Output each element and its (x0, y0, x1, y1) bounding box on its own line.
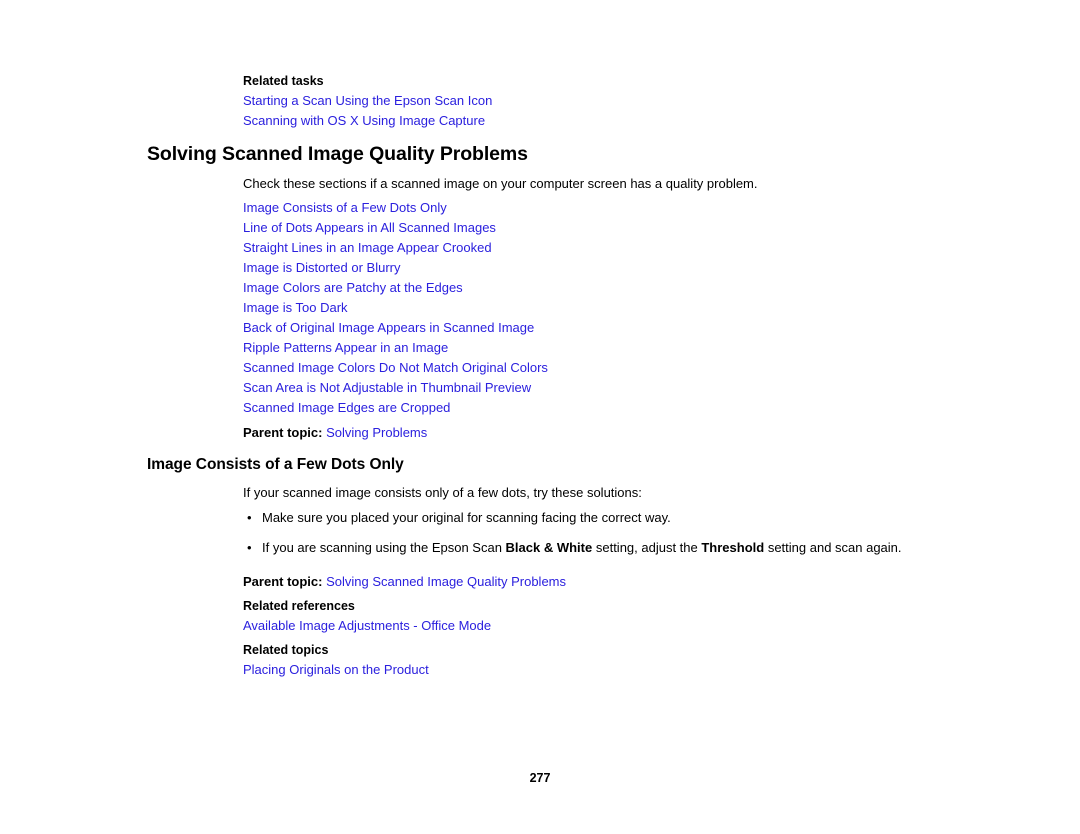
dots-solution-bullet-list: • Make sure you placed your original for… (247, 508, 912, 558)
related-topics-link-list: Placing Originals on the Product (243, 660, 429, 680)
list-item: • If you are scanning using the Epson Sc… (247, 538, 912, 558)
quality-link-scanned-image-colors-do-not-match-original-colors[interactable]: Scanned Image Colors Do Not Match Origin… (243, 358, 548, 378)
page-title-solving-scanned-image-quality-problems: Solving Scanned Image Quality Problems (147, 143, 528, 165)
quality-link-image-is-too-dark[interactable]: Image is Too Dark (243, 298, 548, 318)
related-tasks-block: Related tasks Starting a Scan Using the … (243, 71, 492, 131)
related-topics-heading: Related topics (243, 643, 329, 657)
quality-link-straight-lines-in-an-image-appear-crooked[interactable]: Straight Lines in an Image Appear Crooke… (243, 238, 548, 258)
related-references-heading: Related references (243, 599, 355, 613)
bullet-text-1: Make sure you placed your original for s… (262, 510, 671, 525)
document-page: Related tasks Starting a Scan Using the … (0, 0, 1080, 834)
quality-link-image-consists-of-a-few-dots-only[interactable]: Image Consists of a Few Dots Only (243, 198, 548, 218)
quality-topic-link-list: Image Consists of a Few Dots Only Line o… (243, 198, 548, 418)
list-item: • Make sure you placed your original for… (247, 508, 912, 528)
quality-link-scanned-image-edges-are-cropped[interactable]: Scanned Image Edges are Cropped (243, 398, 548, 418)
related-topics-block: Related topics Placing Originals on the … (243, 640, 429, 680)
quality-intro-paragraph: Check these sections if a scanned image … (243, 176, 758, 191)
dots-parent-topic-label: Parent topic: (243, 574, 323, 589)
related-tasks-heading: Related tasks (243, 74, 324, 88)
dots-parent-topic-link[interactable]: Solving Scanned Image Quality Problems (326, 574, 566, 589)
dots-intro-paragraph: If your scanned image consists only of a… (243, 485, 642, 500)
section-title-image-consists-of-a-few-dots-only: Image Consists of a Few Dots Only (147, 456, 404, 473)
quality-parent-topic-label: Parent topic: (243, 425, 323, 440)
bullet-glyph: • (247, 510, 252, 525)
quality-link-line-of-dots-appears-in-all-scanned-images[interactable]: Line of Dots Appears in All Scanned Imag… (243, 218, 548, 238)
quality-link-ripple-patterns-appear-in-an-image[interactable]: Ripple Patterns Appear in an Image (243, 338, 548, 358)
quality-link-back-of-original-image-appears-in-scanned-image[interactable]: Back of Original Image Appears in Scanne… (243, 318, 548, 338)
dots-parent-topic: Parent topic: Solving Scanned Image Qual… (243, 572, 566, 592)
related-references-link-list: Available Image Adjustments - Office Mod… (243, 616, 491, 636)
related-references-block: Related references Available Image Adjus… (243, 596, 491, 636)
quality-parent-topic-link[interactable]: Solving Problems (326, 425, 427, 440)
quality-link-image-is-distorted-or-blurry[interactable]: Image is Distorted or Blurry (243, 258, 548, 278)
quality-link-image-colors-are-patchy-at-the-edges[interactable]: Image Colors are Patchy at the Edges (243, 278, 548, 298)
quality-link-scan-area-is-not-adjustable-in-thumbnail-preview[interactable]: Scan Area is Not Adjustable in Thumbnail… (243, 378, 548, 398)
related-task-link-2[interactable]: Scanning with OS X Using Image Capture (243, 111, 492, 131)
related-tasks-link-list: Starting a Scan Using the Epson Scan Ico… (243, 91, 492, 131)
related-topic-link-1[interactable]: Placing Originals on the Product (243, 660, 429, 680)
quality-parent-topic: Parent topic: Solving Problems (243, 423, 427, 443)
bullet-text-2: If you are scanning using the Epson Scan… (262, 540, 902, 555)
related-task-link-1[interactable]: Starting a Scan Using the Epson Scan Ico… (243, 91, 492, 111)
bullet-glyph: • (247, 540, 252, 555)
related-reference-link-1[interactable]: Available Image Adjustments - Office Mod… (243, 616, 491, 636)
page-number: 277 (529, 771, 551, 785)
